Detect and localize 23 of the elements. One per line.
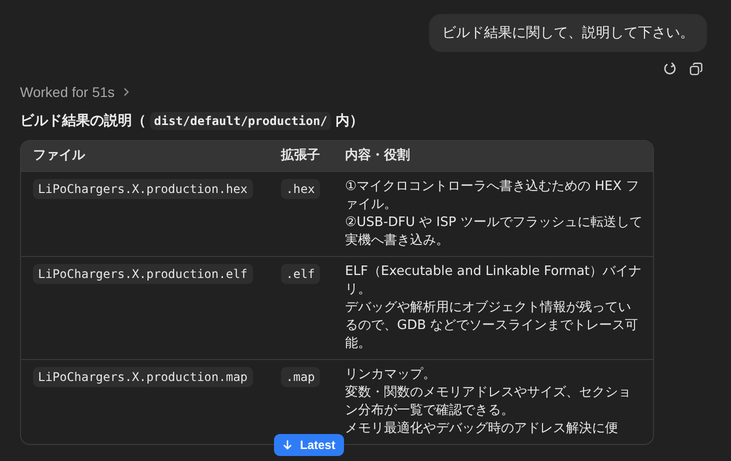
user-message: ビルド結果に関して、説明して下さい。: [429, 14, 707, 52]
description-text: ①マイクロコントローラへ書き込むための HEX ファイル。: [345, 178, 640, 214]
description-text: メモリ最適化やデバッグ時のアドレス解決に便: [345, 420, 619, 438]
description-text: デバッグや解析用にオブジェクト情報が残っているので、GDB などでソースラインまでトレース可能。: [345, 299, 640, 353]
description-text: ②USB-DFU や ISP ツールでフラッシュに転送して実機へ書き込み。: [345, 214, 643, 250]
description-text: ELF（Executable and Linkable Format）バイナリ。: [345, 263, 643, 299]
file-extension: .elf: [281, 264, 320, 284]
copy-icon[interactable]: [687, 60, 705, 78]
file-extension: .map: [281, 367, 320, 387]
file-name: LiPoChargers.X.production.elf: [33, 264, 253, 284]
file-extension: .hex: [281, 179, 320, 199]
file-name: LiPoChargers.X.production.hex: [33, 179, 253, 199]
column-header: ファイル: [32, 147, 86, 165]
description-text: 変数・関数のメモリアドレスやサイズ、セクション分布が一覧で確認できる。: [345, 384, 632, 420]
column-header: 拡張子: [280, 147, 321, 165]
arrow-down-icon: [283, 440, 292, 450]
column-header: 内容・役割: [344, 146, 411, 165]
latest-button[interactable]: Latest: [274, 434, 344, 456]
section-heading: ビルド結果の説明（ dist/default/production/ 内）: [20, 111, 364, 132]
file-name: LiPoChargers.X.production.map: [33, 367, 253, 387]
description-text: リンカマップ。: [345, 366, 437, 384]
chevron-right-icon: [122, 87, 130, 97]
worked-for-link[interactable]: Worked for 51s: [20, 84, 130, 100]
